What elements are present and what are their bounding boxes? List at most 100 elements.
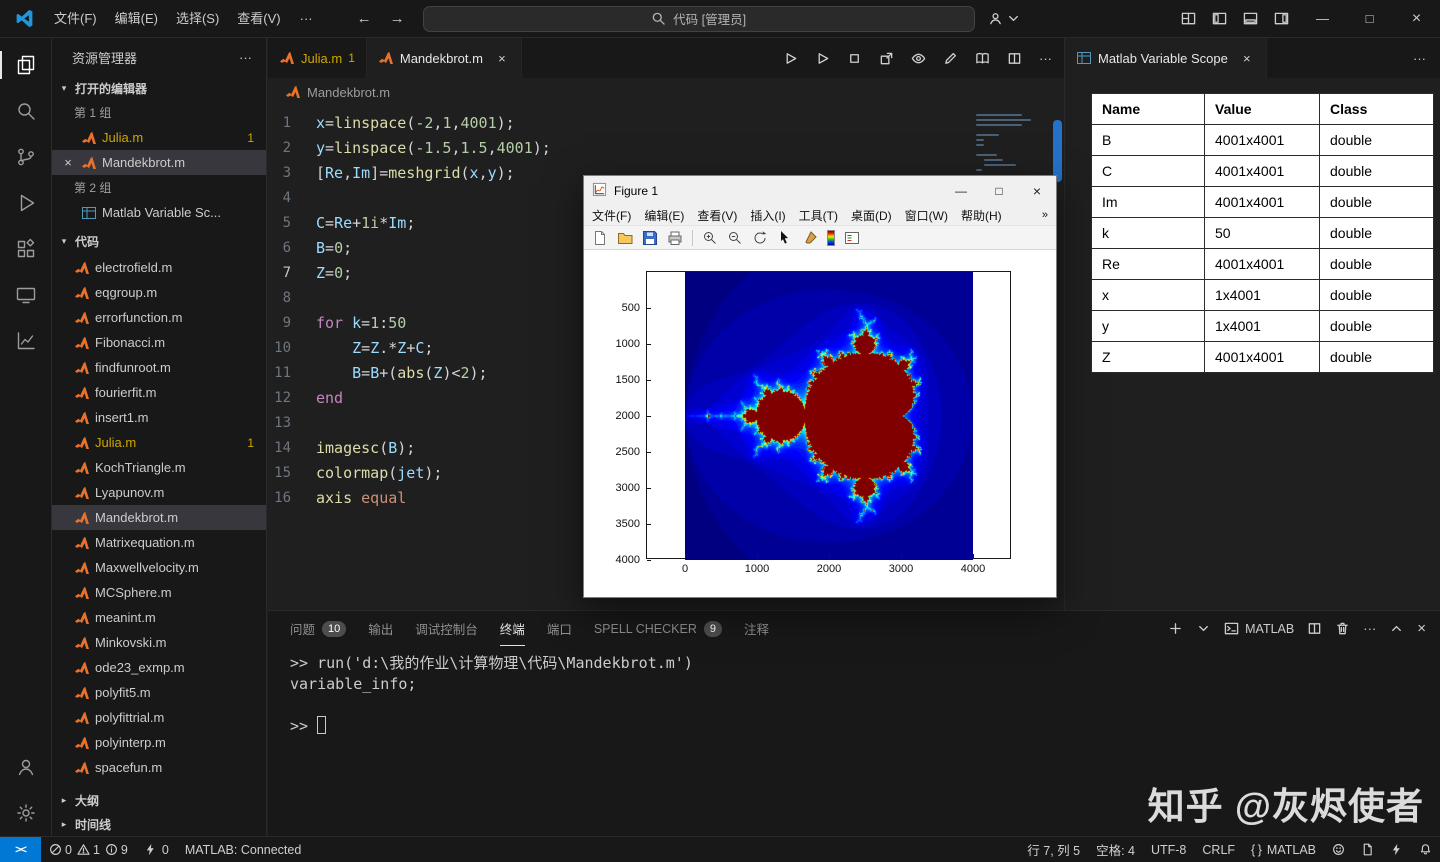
close-button[interactable]: × xyxy=(1393,0,1440,38)
open-file-icon[interactable] xyxy=(617,230,633,246)
file-item-minkovski-m[interactable]: Minkovski.m xyxy=(52,630,266,655)
chart-icon[interactable] xyxy=(0,318,52,364)
file-item-kochtriangle-m[interactable]: KochTriangle.m xyxy=(52,455,266,480)
more-actions-icon[interactable]: ··· xyxy=(1413,51,1426,66)
matlab-status[interactable]: MATLAB: Connected xyxy=(177,837,310,862)
file-item-polyinterp-m[interactable]: polyinterp.m xyxy=(52,730,266,755)
panel-tab-问题[interactable]: 问题10 xyxy=(290,611,346,646)
close-icon[interactable]: × xyxy=(494,51,510,66)
file-item-spacefun-m[interactable]: spacefun.m xyxy=(52,755,266,780)
open-editors-section[interactable]: ▾ 打开的编辑器 xyxy=(52,76,266,100)
indentation-indicator[interactable]: 空格: 4 xyxy=(1088,840,1143,859)
figure-close-button[interactable]: × xyxy=(1018,176,1056,205)
file-item-maxwellvelocity-m[interactable]: Maxwellvelocity.m xyxy=(52,555,266,580)
more-menus-icon[interactable]: ··· xyxy=(290,11,323,26)
zoom-out-icon[interactable] xyxy=(727,230,743,246)
tab-mandekbrot-m[interactable]: Mandekbrot.m× xyxy=(367,38,522,78)
open-editor-julia-m[interactable]: Julia.m1 xyxy=(52,125,266,150)
panel-tab-端口[interactable]: 端口 xyxy=(547,611,572,646)
eye-icon[interactable] xyxy=(911,51,926,66)
encoding-indicator[interactable]: UTF-8 xyxy=(1143,843,1194,857)
panel-tab-终端[interactable]: 终端 xyxy=(500,611,525,646)
open-editor-matlab-variable-sc[interactable]: Matlab Variable Sc... xyxy=(52,200,266,225)
figure-menu-插入-i[interactable]: 插入(I) xyxy=(750,207,785,224)
nav-back-icon[interactable]: ← xyxy=(357,10,372,27)
explorer-more-actions-icon[interactable]: ··· xyxy=(239,50,252,65)
figure-menu-窗口-w[interactable]: 窗口(W) xyxy=(905,207,948,224)
print-figure-icon[interactable] xyxy=(667,230,683,246)
settings-icon[interactable] xyxy=(0,790,52,836)
profile-menu[interactable] xyxy=(988,11,1021,26)
file-item-fourierfit-m[interactable]: fourierfit.m xyxy=(52,380,266,405)
file-item-fibonacci-m[interactable]: Fibonacci.m xyxy=(52,330,266,355)
terminal-list-item-matlab[interactable]: MATLAB xyxy=(1224,621,1294,636)
cursor-position[interactable]: 行 7, 列 5 xyxy=(1019,840,1088,859)
toggle-primary-sidebar-icon[interactable] xyxy=(1212,11,1227,26)
remote-explorer-icon[interactable] xyxy=(0,272,52,318)
outline-section[interactable]: ▸ 大纲 xyxy=(52,788,266,812)
file-item-polyfit5-m[interactable]: polyfit5.m xyxy=(52,680,266,705)
figure-menu-编辑-e[interactable]: 编辑(E) xyxy=(644,207,684,224)
run-and-debug-icon[interactable] xyxy=(0,180,52,226)
notifications[interactable] xyxy=(1411,843,1440,856)
file-item-electrofield-m[interactable]: electrofield.m xyxy=(52,255,266,280)
toggle-secondary-sidebar-icon[interactable] xyxy=(1274,11,1289,26)
panel-tab-spell-checker[interactable]: SPELL CHECKER9 xyxy=(594,611,722,646)
data-cursor-icon[interactable] xyxy=(777,230,793,246)
more-actions-icon[interactable]: ··· xyxy=(1363,621,1376,636)
kill-terminal-icon[interactable] xyxy=(1335,621,1350,636)
file-item-polyfittrial-m[interactable]: polyfittrial.m xyxy=(52,705,266,730)
split-editor-icon[interactable] xyxy=(1007,51,1022,66)
extensions-icon[interactable] xyxy=(0,226,52,272)
pencil-icon[interactable] xyxy=(943,51,958,66)
panel-tab-输出[interactable]: 输出 xyxy=(368,611,393,646)
toggle-panel-icon[interactable] xyxy=(1243,11,1258,26)
remote-indicator[interactable]: >< xyxy=(0,837,41,862)
file-item-matrixequation-m[interactable]: Matrixequation.m xyxy=(52,530,266,555)
menu-选择-s[interactable]: 选择(S) xyxy=(167,6,228,32)
rotate3d-icon[interactable] xyxy=(752,230,768,246)
new-terminal-icon[interactable] xyxy=(1168,621,1183,636)
scrollbar-thumb[interactable] xyxy=(1053,120,1062,182)
source-control-icon[interactable] xyxy=(0,134,52,180)
figure-menu-帮助-h[interactable]: 帮助(H) xyxy=(961,207,1002,224)
ports-indicator[interactable]: 0 xyxy=(136,837,177,862)
eol-indicator[interactable]: CRLF xyxy=(1194,843,1243,857)
close-icon[interactable]: × xyxy=(60,155,76,170)
file-item-errorfunction-m[interactable]: errorfunction.m xyxy=(52,305,266,330)
figure-maximize-button[interactable]: □ xyxy=(980,176,1018,205)
file-item-lyapunov-m[interactable]: Lyapunov.m xyxy=(52,480,266,505)
maximize-button[interactable]: □ xyxy=(1346,0,1393,38)
maximize-panel-icon[interactable] xyxy=(1389,621,1404,636)
matlab-figure-window[interactable]: Figure 1 — □ × 文件(F)编辑(E)查看(V)插入(I)工具(T)… xyxy=(583,175,1057,598)
figure-menu-查看-v[interactable]: 查看(V) xyxy=(697,207,737,224)
colorbar-icon[interactable] xyxy=(827,230,835,246)
stop-icon[interactable] xyxy=(847,51,862,66)
tab-matlab-variable-scope[interactable]: Matlab Variable Scope × xyxy=(1065,38,1267,78)
command-center-search[interactable]: 代码 [管理员] xyxy=(423,6,975,32)
chevron-down-icon[interactable] xyxy=(1196,621,1211,636)
accounts-icon[interactable] xyxy=(0,744,52,790)
split-terminal-icon[interactable] xyxy=(1307,621,1322,636)
tab-julia-m[interactable]: Julia.m1 xyxy=(268,38,367,78)
panel-tab-注释[interactable]: 注释 xyxy=(744,611,769,646)
menu-编辑-e[interactable]: 编辑(E) xyxy=(106,6,167,32)
close-icon[interactable]: × xyxy=(1239,51,1255,66)
breadcrumb[interactable]: Mandekbrot.m xyxy=(268,78,1064,106)
menu-查看-v[interactable]: 查看(V) xyxy=(228,6,289,32)
panel-tab-调试控制台[interactable]: 调试控制台 xyxy=(415,611,478,646)
export-icon[interactable] xyxy=(879,51,894,66)
file-item-insert1-m[interactable]: insert1.m xyxy=(52,405,266,430)
file-item-eqgroup-m[interactable]: eqgroup.m xyxy=(52,280,266,305)
more-actions-icon[interactable]: ··· xyxy=(1039,51,1052,66)
sync-indicator[interactable] xyxy=(1382,843,1411,856)
open-editor-mandekbrot-m[interactable]: ×Mandekbrot.m xyxy=(52,150,266,175)
explorer-icon[interactable] xyxy=(0,42,52,88)
search-icon[interactable] xyxy=(0,88,52,134)
menu-文件-f[interactable]: 文件(F) xyxy=(45,6,106,32)
customize-layout-icon[interactable] xyxy=(1181,11,1196,26)
save-figure-icon[interactable] xyxy=(642,230,658,246)
figure-minimize-button[interactable]: — xyxy=(942,176,980,205)
nav-forward-icon[interactable]: → xyxy=(390,10,405,27)
preview-icon[interactable] xyxy=(975,51,990,66)
